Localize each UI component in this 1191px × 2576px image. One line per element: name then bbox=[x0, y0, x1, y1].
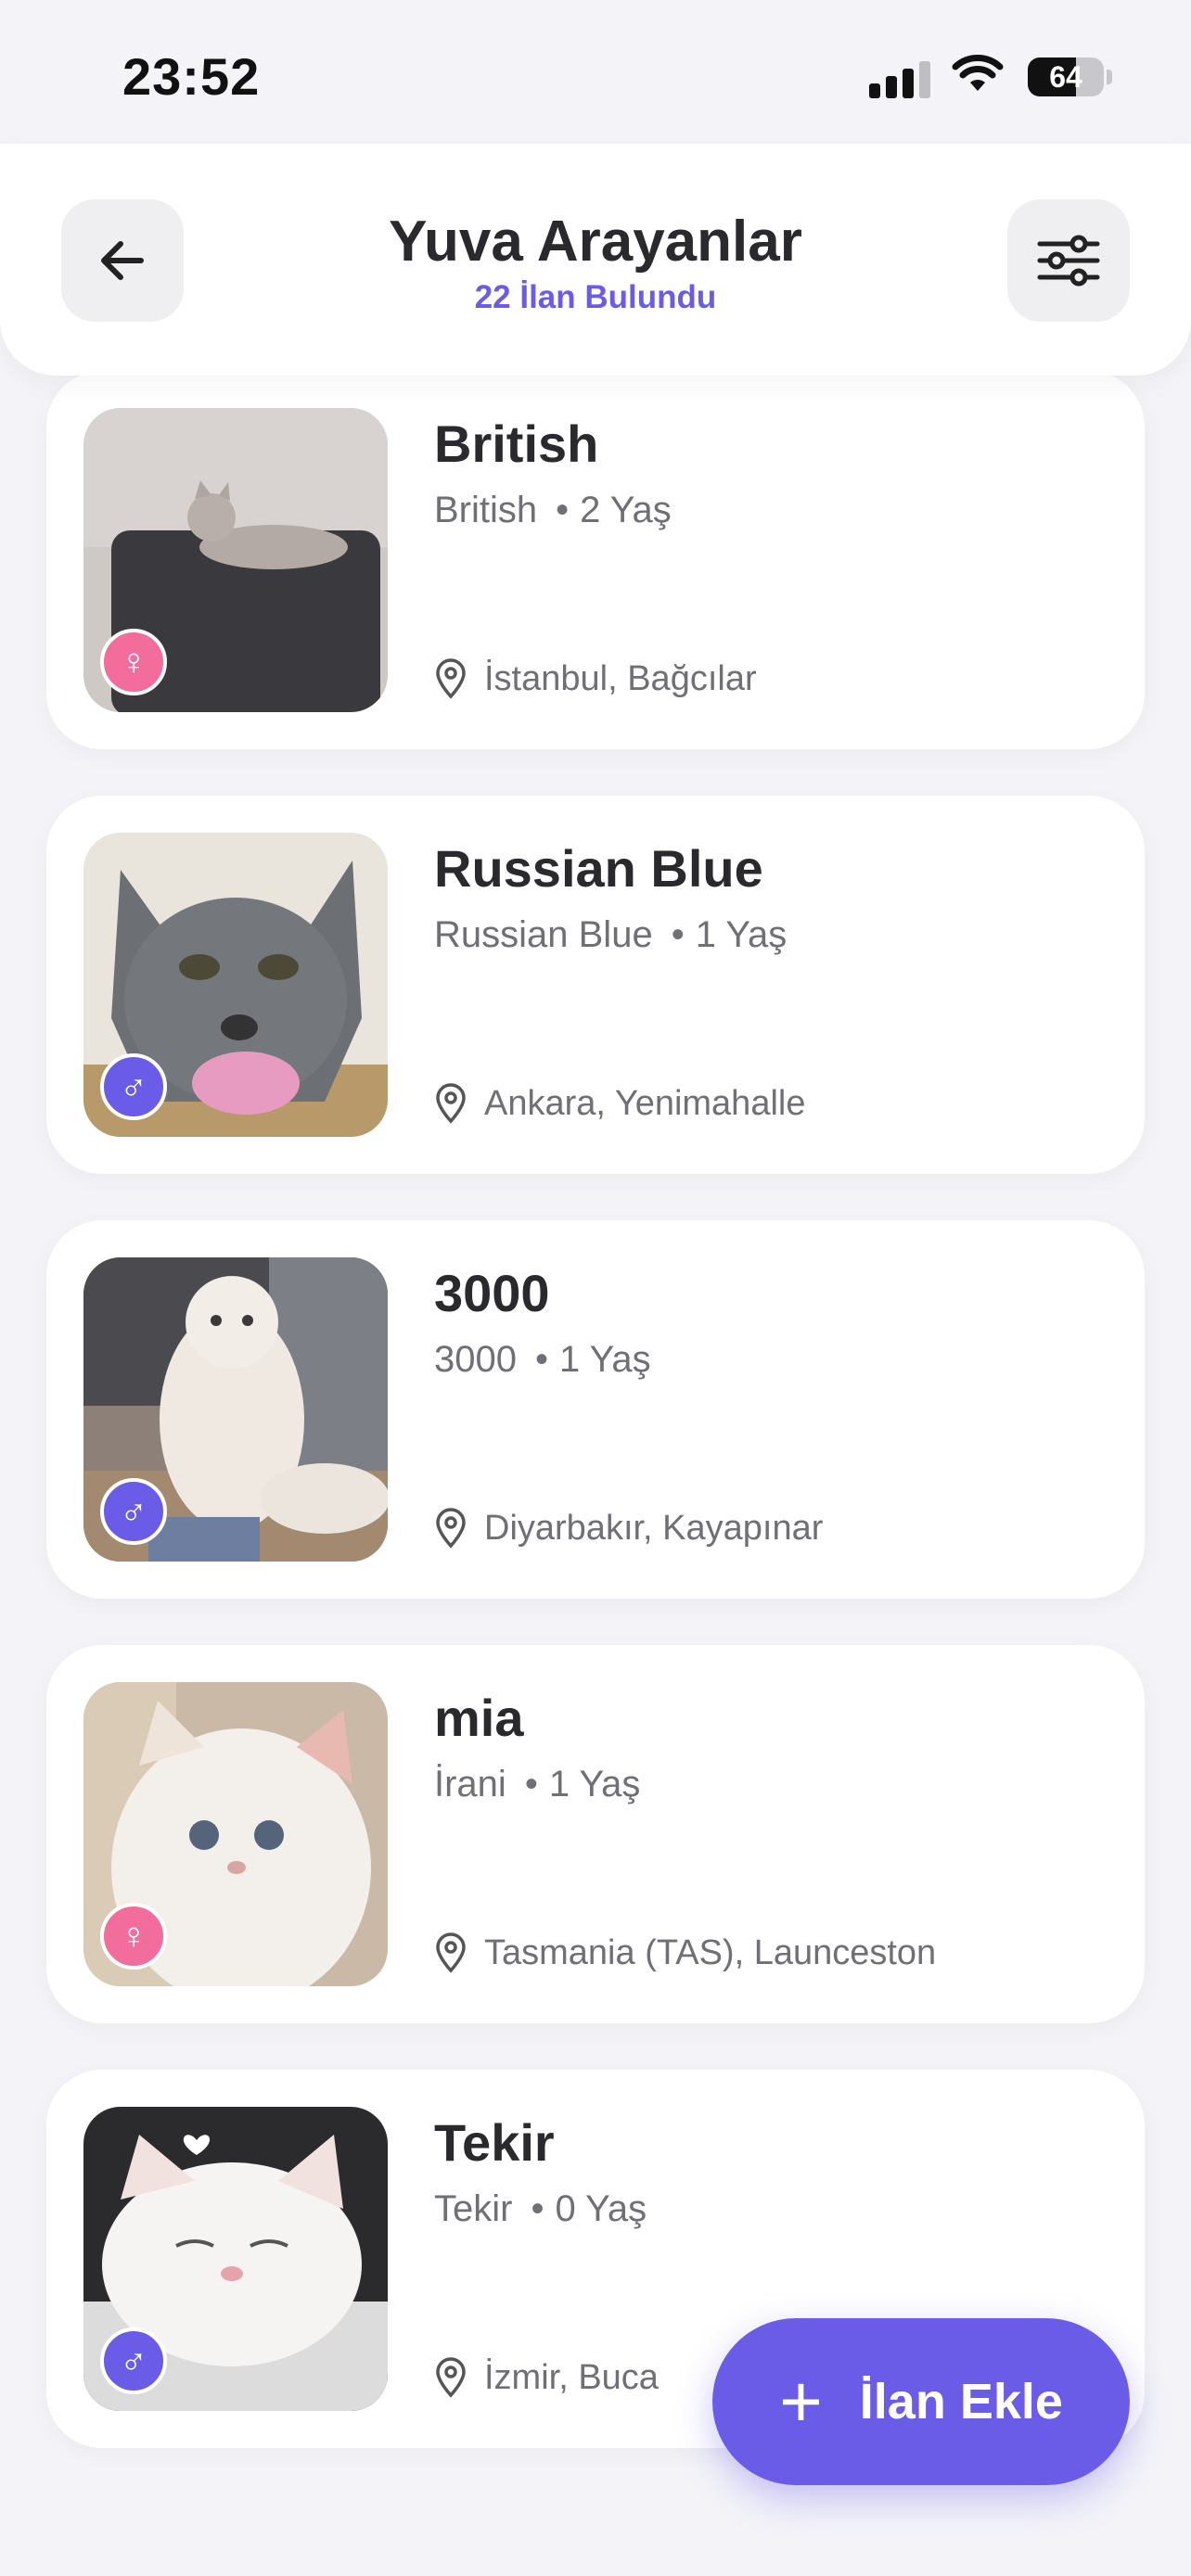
pet-photo: ♀ bbox=[83, 408, 388, 712]
pet-age: 1 Yaş bbox=[559, 1339, 651, 1380]
location-text: İzmir, Buca bbox=[484, 2357, 659, 2397]
pet-name: Tekir bbox=[434, 2113, 555, 2172]
pet-photo: ♂ bbox=[83, 833, 388, 1137]
male-icon: ♂ bbox=[100, 1053, 167, 1120]
pet-age: 0 Yaş bbox=[555, 2188, 647, 2229]
battery-level: 64 bbox=[1049, 60, 1082, 94]
location-pin-icon bbox=[436, 658, 466, 699]
pet-name: Russian Blue bbox=[434, 839, 763, 898]
pet-age: 1 Yaş bbox=[695, 914, 788, 955]
pet-location: İzmir, Buca bbox=[434, 2357, 659, 2398]
location-pin-icon bbox=[436, 2357, 466, 2398]
wifi-icon bbox=[952, 55, 1004, 91]
pet-meta: British • 2 Yaş bbox=[434, 490, 672, 530]
male-icon: ♂ bbox=[100, 1478, 167, 1545]
pet-breed: İrani bbox=[434, 1764, 506, 1804]
pet-meta: Russian Blue • 1 Yaş bbox=[434, 914, 788, 955]
pet-breed: 3000 bbox=[434, 1339, 517, 1380]
pet-breed: Tekir bbox=[434, 2188, 513, 2229]
pet-photo: ♀ bbox=[83, 1682, 388, 1986]
pet-breed: British bbox=[434, 490, 538, 530]
filter-button[interactable] bbox=[1007, 199, 1130, 322]
add-listing-button[interactable]: + İlan Ekle bbox=[712, 2318, 1130, 2485]
header: Yuva Arayanlar 22 İlan Bulundu bbox=[0, 144, 1191, 376]
male-icon: ♂ bbox=[100, 2327, 167, 2394]
pet-name: mia bbox=[434, 1689, 524, 1747]
listing-card[interactable]: ♂ Russian Blue Russian Blue • 1 Yaş Ankara… bbox=[46, 796, 1145, 1174]
location-text: Diyarbakır, Kayapınar bbox=[484, 1508, 824, 1548]
pet-breed: Russian Blue bbox=[434, 914, 653, 955]
female-icon: ♀ bbox=[100, 629, 167, 695]
pet-age: 1 Yaş bbox=[548, 1764, 641, 1804]
location-text: Ankara, Yenimahalle bbox=[484, 1083, 806, 1123]
pet-meta: 3000 • 1 Yaş bbox=[434, 1339, 651, 1380]
battery-icon: 64 bbox=[1028, 57, 1104, 96]
location-text: Tasmania (TAS), Launceston bbox=[484, 1932, 937, 1972]
status-bar: 23:52 64 bbox=[0, 0, 1191, 144]
pet-location: Ankara, Yenimahalle bbox=[434, 1083, 805, 1124]
location-pin-icon bbox=[436, 1508, 466, 1549]
pet-age: 2 Yaş bbox=[580, 490, 672, 530]
pet-location: Diyarbakır, Kayapınar bbox=[434, 1508, 823, 1549]
pet-meta: Tekir • 0 Yaş bbox=[434, 2188, 647, 2229]
plus-icon: + bbox=[779, 2360, 823, 2442]
pet-name: 3000 bbox=[434, 1264, 550, 1322]
location-pin-icon bbox=[436, 1083, 466, 1124]
location-text: İstanbul, Bağcılar bbox=[484, 658, 757, 698]
sliders-icon bbox=[1037, 235, 1100, 287]
pet-meta: İrani • 1 Yaş bbox=[434, 1764, 641, 1804]
add-listing-label: İlan Ekle bbox=[859, 2374, 1063, 2429]
pet-name: British bbox=[434, 414, 599, 473]
pet-location: İstanbul, Bağcılar bbox=[434, 658, 757, 699]
signal-icon bbox=[869, 61, 934, 98]
location-pin-icon bbox=[436, 1932, 466, 1973]
female-icon: ♀ bbox=[100, 1903, 167, 1970]
status-time: 23:52 bbox=[122, 47, 261, 106]
pet-photo: ♂ bbox=[83, 2107, 388, 2411]
pet-photo: ♂ bbox=[83, 1257, 388, 1562]
listing-card[interactable]: ♂ 3000 3000 • 1 Yaş Diyarbakır, Kayapınar bbox=[46, 1220, 1145, 1599]
listing-card[interactable]: ♀ British British • 2 Yaş İstanbul, Bağcıl… bbox=[46, 371, 1145, 749]
pet-location: Tasmania (TAS), Launceston bbox=[434, 1932, 936, 1973]
listing-card[interactable]: ♀ mia İrani • 1 Yaş Tasmania (TAS), Launce… bbox=[46, 1645, 1145, 2023]
